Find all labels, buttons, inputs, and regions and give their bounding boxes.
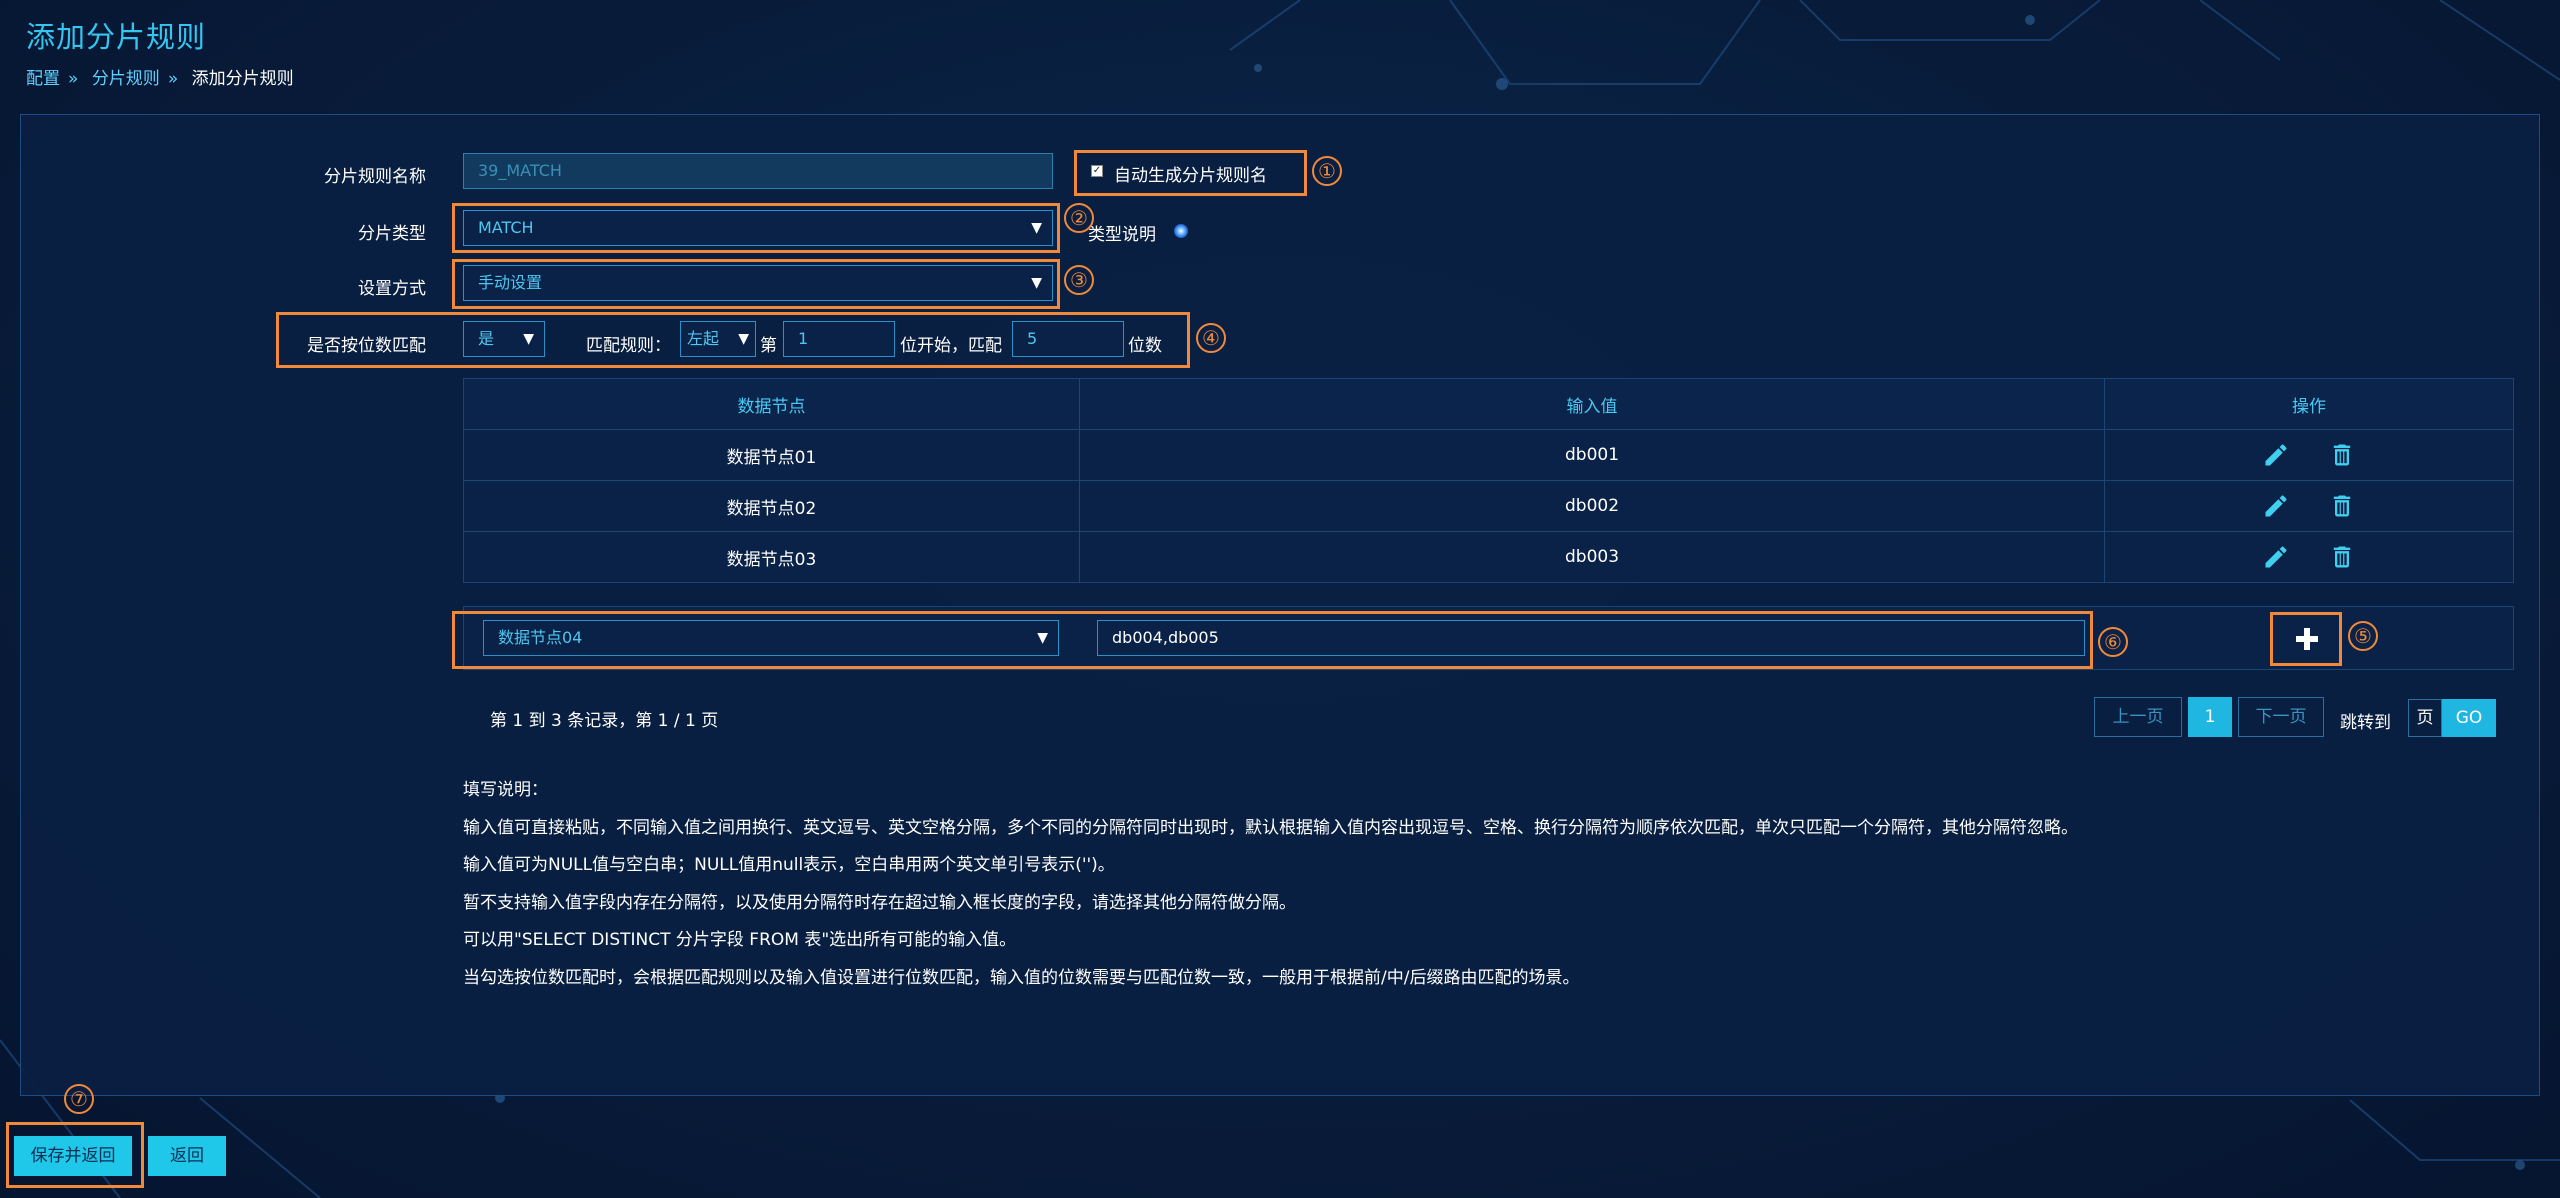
pager-summary: 第 1 到 3 条记录，第 1 / 1 页 <box>490 711 719 731</box>
annotation-6: ⑥ <box>2098 627 2128 657</box>
trash-icon[interactable] <box>2328 492 2356 520</box>
table-row: 数据节点03 db003 <box>463 531 2514 583</box>
trash-icon[interactable] <box>2328 441 2356 469</box>
instruction-line: 当勾选按位数匹配时，会根据匹配规则以及输入值设置进行位数匹配，输入值的位数需要与… <box>463 967 1580 988</box>
page-title: 添加分片规则 <box>26 20 207 54</box>
chevron-down-icon: ▼ <box>1037 630 1048 646</box>
breadcrumb-separator: » <box>68 69 79 89</box>
auto-name-label: 自动生成分片规则名 <box>1114 166 1267 186</box>
setting-mode-select[interactable]: 手动设置 ▼ <box>463 265 1053 301</box>
chevron-down-icon: ▼ <box>523 331 534 347</box>
match-digits-input[interactable]: 5 <box>1012 321 1124 357</box>
annotation-1: ① <box>1312 156 1342 186</box>
auto-name-checkbox[interactable]: ✓ <box>1091 165 1103 177</box>
column-header-value: 输入值 <box>1079 378 2105 430</box>
match-rule-value: 左起 <box>687 329 720 348</box>
start-position-input[interactable]: 1 <box>783 321 895 357</box>
new-node-value: 数据节点04 <box>498 628 583 647</box>
chevron-down-icon: ▼ <box>1031 275 1042 291</box>
instructions: 填写说明： 输入值可直接粘贴，不同输入值之间用换行、英文逗号、英文空格分隔，多个… <box>463 778 2078 1003</box>
node-cell: 数据节点03 <box>463 531 1080 583</box>
action-cell <box>2104 480 2514 532</box>
setting-mode-label: 设置方式 <box>358 279 426 299</box>
prev-page-button[interactable]: 上一页 <box>2094 697 2182 737</box>
breadcrumb: 配置 » 分片规则 » 添加分片规则 <box>26 64 302 89</box>
value-cell: db003 <box>1079 531 2105 583</box>
page-1-button[interactable]: 1 <box>2188 697 2232 737</box>
edit-pencil-icon[interactable] <box>2262 441 2290 469</box>
annotation-7: ⑦ <box>64 1084 94 1114</box>
nth-label: 第 <box>760 336 777 356</box>
node-cell: 数据节点02 <box>463 480 1080 532</box>
instruction-line: 暂不支持输入值字段内存在分隔符，以及使用分隔符时存在超过输入框长度的字段，请选择… <box>463 892 1296 913</box>
shard-type-value: MATCH <box>478 218 534 237</box>
next-page-button[interactable]: 下一页 <box>2238 697 2324 737</box>
rule-name-label: 分片规则名称 <box>324 167 426 187</box>
page-number-input[interactable]: 页 <box>2408 699 2442 737</box>
rule-name-input[interactable]: 39_MATCH <box>463 153 1053 189</box>
value-cell: db001 <box>1079 429 2105 481</box>
breadcrumb-shard-rules[interactable]: 分片规则 <box>92 69 160 89</box>
digits-suffix-label: 位数 <box>1128 336 1162 356</box>
back-button[interactable]: 返回 <box>148 1136 226 1176</box>
match-rule-label: 匹配规则： <box>586 336 671 356</box>
annotation-5: ⑤ <box>2348 621 2378 651</box>
jump-to-label: 跳转到 <box>2340 713 2391 733</box>
action-cell <box>2104 531 2514 583</box>
shard-type-label: 分片类型 <box>358 224 426 244</box>
shard-node-table: 数据节点 输入值 操作 数据节点01 db001 数据节点02 db002 数据… <box>463 378 2514 583</box>
shard-type-select[interactable]: MATCH ▼ <box>463 210 1053 246</box>
go-button[interactable]: GO <box>2442 699 2496 737</box>
node-cell: 数据节点01 <box>463 429 1080 481</box>
instructions-title: 填写说明： <box>463 780 548 800</box>
breadcrumb-current: 添加分片规则 <box>191 69 294 89</box>
instruction-line: 输入值可直接粘贴，不同输入值之间用换行、英文逗号、英文空格分隔，多个不同的分隔符… <box>463 817 2078 838</box>
digit-match-select[interactable]: 是 ▼ <box>463 321 545 357</box>
plus-icon <box>2296 628 2318 650</box>
breadcrumb-config[interactable]: 配置 <box>26 69 60 89</box>
save-and-return-button[interactable]: 保存并返回 <box>14 1136 132 1176</box>
digit-match-value: 是 <box>478 329 495 348</box>
chevron-down-icon: ▼ <box>738 331 749 347</box>
trash-icon[interactable] <box>2328 543 2356 571</box>
action-cell <box>2104 429 2514 481</box>
new-value-input[interactable]: db004,db005 <box>1097 620 2085 656</box>
instruction-line: 输入值可为NULL值与空白串；NULL值用null表示，空白串用两个英文单引号表… <box>463 855 1115 875</box>
setting-mode-value: 手动设置 <box>478 273 543 292</box>
edit-pencil-icon[interactable] <box>2262 492 2290 520</box>
table-row: 数据节点01 db001 <box>463 429 2514 481</box>
type-desc-label: 类型说明 <box>1088 225 1156 245</box>
annotation-3: ③ <box>1064 265 1094 295</box>
match-rule-select[interactable]: 左起 ▼ <box>680 321 756 357</box>
column-header-action: 操作 <box>2104 378 2514 430</box>
edit-pencil-icon[interactable] <box>2262 543 2290 571</box>
new-node-select[interactable]: 数据节点04 ▼ <box>483 620 1059 656</box>
digit-match-label: 是否按位数匹配 <box>307 336 426 356</box>
info-icon[interactable] <box>1174 224 1188 238</box>
breadcrumb-separator: » <box>167 69 179 89</box>
value-cell: db002 <box>1079 480 2105 532</box>
column-header-node: 数据节点 <box>463 378 1080 430</box>
start-suffix-label: 位开始，匹配 <box>900 336 1002 356</box>
add-plus-button[interactable] <box>2292 624 2322 654</box>
annotation-4: ④ <box>1196 323 1226 353</box>
table-row: 数据节点02 db002 <box>463 480 2514 532</box>
chevron-down-icon: ▼ <box>1031 220 1042 236</box>
instruction-line: 可以用"SELECT DISTINCT 分片字段 FROM 表"选出所有可能的输… <box>463 930 1017 950</box>
